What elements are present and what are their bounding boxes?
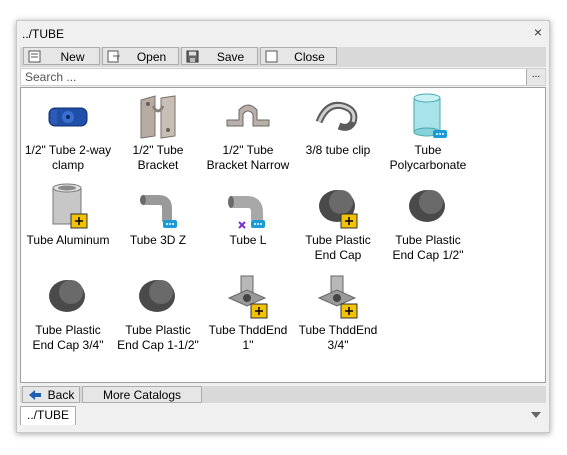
- end-cap-icon: [319, 190, 358, 229]
- catalog-grid: 1/2" Tube 2-way clamp 1/2" Tube Bracket …: [20, 87, 546, 383]
- catalog-item[interactable]: Tube Plastic End Cap: [293, 180, 383, 265]
- toolbar: New Open Save Close: [20, 47, 546, 67]
- more-catalogs-label: More Catalogs: [102, 388, 182, 402]
- item-label: Tube Polycarbonate: [389, 143, 467, 172]
- back-arrow-icon: [29, 390, 41, 400]
- end-cap-icon: [49, 280, 85, 312]
- window-title: ../TUBE: [22, 27, 65, 41]
- close-doc-icon: [265, 50, 278, 63]
- bracket-narrow-icon: [226, 104, 270, 127]
- item-label: Tube Plastic End Cap 3/4": [32, 323, 104, 352]
- path-tab[interactable]: ../TUBE: [20, 406, 77, 425]
- save-button[interactable]: Save: [181, 47, 258, 65]
- close-icon[interactable]: ×: [534, 24, 542, 40]
- blue-clamp-icon: [48, 107, 88, 127]
- save-label: Save: [216, 50, 245, 64]
- bracket-icon: [140, 95, 176, 139]
- close-label: Close: [294, 50, 325, 64]
- catalog-item[interactable]: Tube 3D Z: [113, 180, 203, 265]
- close-button[interactable]: Close: [260, 47, 337, 65]
- item-label: Tube Plastic End Cap: [305, 233, 371, 262]
- catalog-item[interactable]: Tube L: [203, 180, 293, 265]
- catalog-item[interactable]: Tube Plastic End Cap 1-1/2": [113, 270, 203, 355]
- catalog-window: ../TUBE × New Open Save Close Search ...…: [16, 20, 550, 433]
- back-label: Back: [47, 388, 75, 402]
- polycarbonate-tube-icon: [413, 93, 447, 138]
- chevron-down-icon[interactable]: [531, 412, 541, 418]
- back-button[interactable]: Back: [22, 386, 80, 403]
- catalog-item[interactable]: Tube Polycarbonate: [383, 90, 473, 175]
- catalog-item[interactable]: 1/2" Tube Bracket Narrow: [203, 90, 293, 175]
- title-bar: ../TUBE ×: [17, 21, 549, 45]
- search-input[interactable]: [23, 69, 527, 85]
- item-label: 1/2" Tube Bracket: [132, 143, 184, 172]
- item-label: Tube ThddEnd 1": [208, 323, 288, 352]
- catalog-item[interactable]: Tube Plastic End Cap 3/4": [23, 270, 113, 355]
- item-label: 3/8 tube clip: [305, 143, 371, 157]
- end-cap-icon: [139, 280, 175, 312]
- item-label: Tube ThddEnd 3/4": [298, 323, 378, 352]
- item-label: Tube Aluminum: [26, 233, 110, 247]
- catalog-item[interactable]: 3/8 tube clip: [293, 90, 383, 175]
- catalog-item[interactable]: Tube Aluminum: [23, 180, 113, 265]
- elbow-l-icon: [228, 196, 265, 229]
- threaded-end-icon: [317, 275, 358, 319]
- catalog-item[interactable]: Tube ThddEnd 3/4": [293, 270, 383, 355]
- item-label: Tube 3D Z: [129, 233, 187, 247]
- item-label: Tube Plastic End Cap 1/2": [392, 233, 464, 262]
- save-icon: [186, 50, 199, 63]
- new-label: New: [60, 50, 85, 64]
- item-label: Tube L: [229, 233, 267, 247]
- open-button[interactable]: Open: [102, 47, 179, 65]
- new-icon: [28, 50, 41, 63]
- item-label: 1/2" Tube 2-way clamp: [24, 143, 112, 172]
- clip-icon: [315, 101, 358, 131]
- open-label: Open: [136, 50, 167, 64]
- aluminum-tube-icon: [52, 183, 88, 229]
- end-cap-icon: [409, 190, 445, 222]
- threaded-end-icon: [227, 275, 268, 319]
- catalog-item[interactable]: Tube ThddEnd 1": [203, 270, 293, 355]
- catalog-item[interactable]: Tube Plastic End Cap 1/2": [383, 180, 473, 265]
- item-label: 1/2" Tube Bracket Narrow: [206, 143, 290, 172]
- catalog-item[interactable]: 1/2" Tube 2-way clamp: [23, 90, 113, 175]
- item-label: Tube Plastic End Cap 1-1/2": [117, 323, 199, 352]
- more-catalogs-button[interactable]: More Catalogs: [82, 386, 202, 403]
- open-icon: [107, 50, 120, 63]
- search-row: ...: [20, 68, 546, 86]
- elbow-z-icon: [140, 195, 177, 228]
- search-options-button[interactable]: ...: [526, 69, 545, 85]
- new-button[interactable]: New: [23, 47, 100, 65]
- bottom-bar: Back More Catalogs: [20, 386, 546, 403]
- catalog-item[interactable]: 1/2" Tube Bracket: [113, 90, 203, 175]
